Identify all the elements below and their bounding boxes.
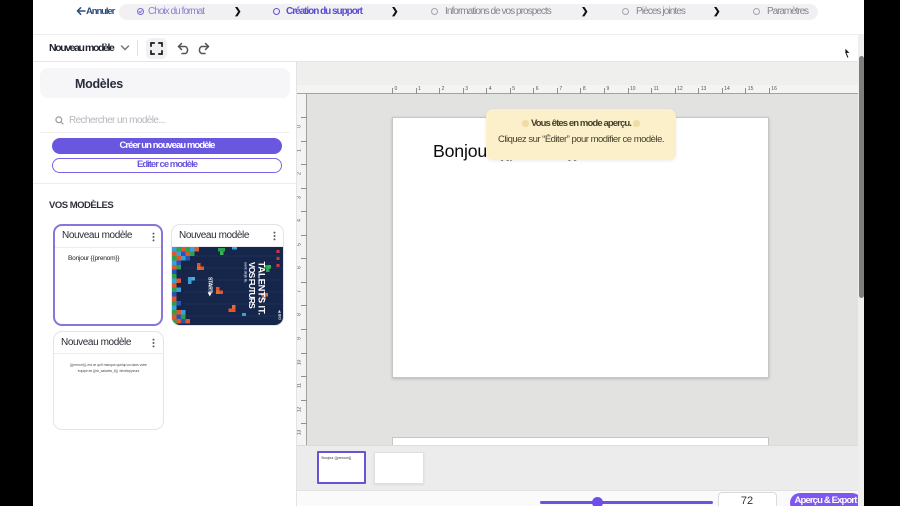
svg-text:TALENTS IT.: TALENTS IT. bbox=[257, 262, 267, 315]
svg-text:◀ BID: ◀ BID bbox=[278, 309, 282, 320]
svg-text:VOS FUTURS: VOS FUTURS bbox=[247, 262, 257, 309]
svg-text:sont déjà là.: sont déjà là. bbox=[244, 262, 248, 283]
svg-text:START▶: START▶ bbox=[207, 277, 213, 297]
